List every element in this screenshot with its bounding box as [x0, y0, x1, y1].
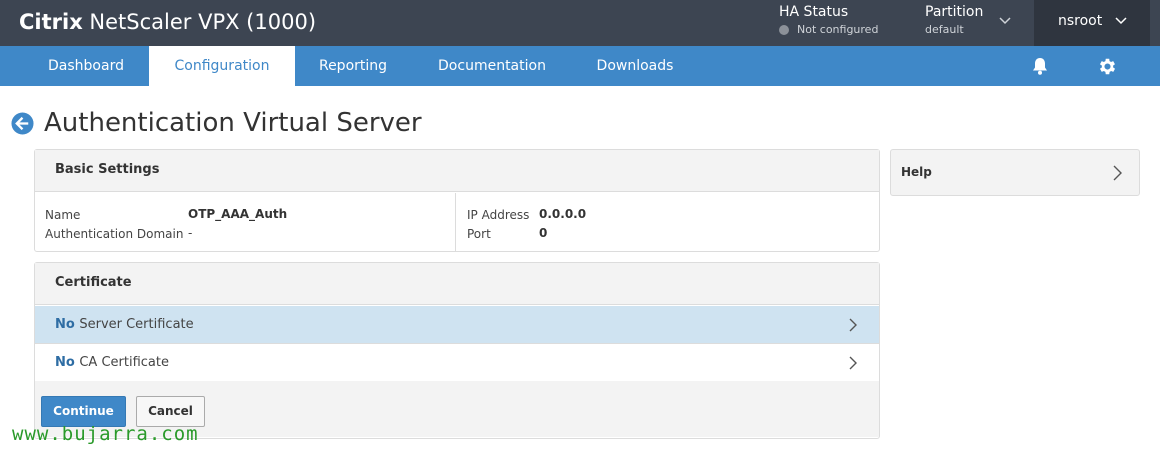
back-arrow-icon[interactable]: [11, 112, 34, 135]
port-value-wrap: 0: [539, 225, 547, 241]
ha-status-value: Not configured: [797, 23, 879, 36]
status-dot-icon: [779, 24, 789, 35]
tab-downloads[interactable]: Downloads: [580, 46, 690, 86]
server-cert-prefix: No: [55, 317, 80, 332]
help-panel[interactable]: Help: [890, 149, 1140, 196]
chevron-down-icon[interactable]: [998, 14, 1012, 28]
port-value: 0: [539, 226, 548, 240]
tab-configuration[interactable]: Configuration: [149, 46, 295, 86]
name-label: Name: [45, 208, 81, 222]
help-label: Help: [901, 165, 932, 179]
ca-certificate-row[interactable]: No CA Certificate: [35, 344, 879, 382]
user-menu[interactable]: nsroot: [1034, 0, 1150, 46]
auth-domain-value: -: [188, 226, 193, 240]
bell-icon[interactable]: [1030, 56, 1050, 76]
server-cert-label: Server Certificate: [79, 317, 194, 332]
main-nav: Dashboard Configuration Reporting Docume…: [0, 46, 1160, 86]
name-value: OTP_AAA_Auth: [188, 207, 288, 221]
ha-status-value-row: Not configured: [779, 22, 878, 37]
ha-status-label: HA Status: [779, 4, 849, 20]
chevron-right-icon: [1113, 165, 1122, 181]
chevron-right-icon: [849, 356, 857, 370]
server-certificate-row[interactable]: No Server Certificate: [35, 306, 879, 344]
chevron-right-icon: [849, 318, 857, 332]
name-field: Name: [45, 207, 80, 223]
column-divider: [455, 193, 456, 251]
ha-status: HA Status Not configured: [779, 3, 878, 37]
ip-value-wrap: 0.0.0.0: [539, 206, 586, 222]
partition-selector[interactable]: Partition default: [925, 3, 983, 37]
app-brand: Citrix NetScaler VPX (1000): [19, 9, 316, 35]
page-title: Authentication Virtual Server: [44, 108, 422, 138]
ip-value: 0.0.0.0: [539, 207, 587, 221]
ip-label: IP Address: [467, 208, 530, 222]
port-field: Port: [467, 226, 491, 242]
watermark: www.bujarra.com: [12, 423, 199, 445]
auth-domain-value-wrap: -: [188, 225, 192, 241]
top-bar: Citrix NetScaler VPX (1000) HA Status No…: [0, 0, 1160, 46]
brand-product: NetScaler VPX (1000): [82, 10, 317, 34]
user-name: nsroot: [1058, 13, 1103, 29]
name-value-wrap: OTP_AAA_Auth: [188, 206, 287, 222]
tab-dashboard[interactable]: Dashboard: [26, 46, 146, 86]
certificate-heading: Certificate: [35, 263, 879, 305]
brand-citrix: Citrix: [19, 10, 83, 34]
basic-settings-heading: Basic Settings: [35, 150, 879, 192]
basic-settings-panel: Basic Settings Name OTP_AAA_Auth Authent…: [34, 149, 880, 252]
ca-cert-label: CA Certificate: [79, 355, 169, 370]
tab-reporting[interactable]: Reporting: [300, 46, 406, 86]
tab-documentation[interactable]: Documentation: [424, 46, 560, 86]
partition-label: Partition: [925, 4, 984, 20]
chevron-down-icon: [1115, 17, 1127, 25]
auth-domain-label: Authentication Domain: [45, 227, 184, 241]
auth-domain-field: Authentication Domain: [45, 226, 183, 242]
partition-value: default: [925, 23, 964, 36]
port-label: Port: [467, 227, 491, 241]
ip-field: IP Address: [467, 207, 529, 223]
ca-cert-prefix: No: [55, 355, 80, 370]
certificate-panel: Certificate No Server Certificate No CA …: [34, 262, 880, 439]
gear-icon[interactable]: [1097, 56, 1118, 77]
